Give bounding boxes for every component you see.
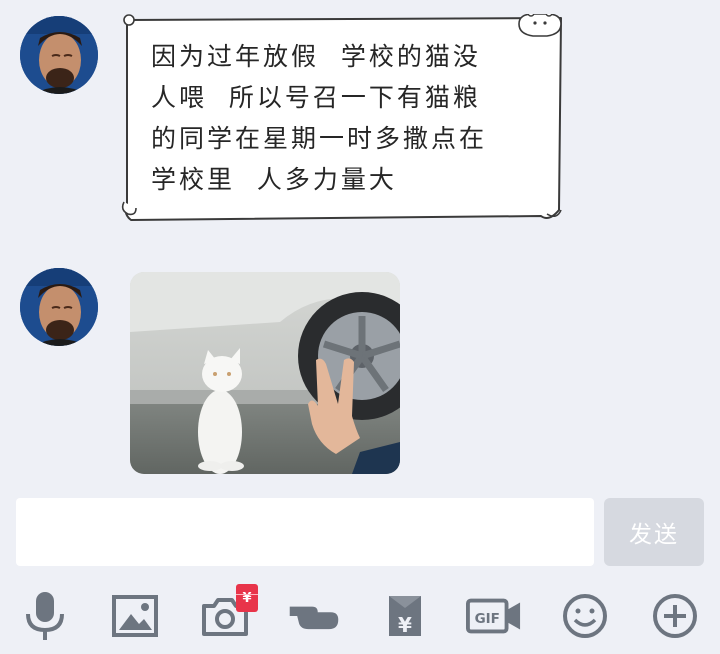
gif-label: GIF — [475, 611, 500, 627]
composer: 发送 — [0, 488, 720, 578]
red-packet-icon[interactable]: ¥ — [377, 590, 433, 642]
message-image[interactable] — [130, 272, 400, 474]
sender-avatar[interactable] — [20, 268, 98, 346]
sender-avatar[interactable] — [20, 16, 98, 94]
send-button[interactable]: 发送 — [604, 498, 704, 566]
microphone-icon[interactable] — [17, 590, 73, 642]
message-input[interactable] — [16, 498, 594, 566]
emoji-icon[interactable] — [557, 590, 613, 642]
message-text: 因为过年放假 学校的猫没 人喂 所以号召一下有猫粮 的同学在星期一时多撒点在 学… — [151, 42, 488, 194]
bottom-toolbar: ¥ GIF — [0, 578, 720, 654]
camera-red-packet-badge: ¥ — [236, 584, 258, 612]
message-bubble[interactable]: 因为过年放假 学校的猫没 人喂 所以号召一下有猫粮 的同学在星期一时多撒点在 学… — [121, 14, 565, 222]
svg-text:¥: ¥ — [398, 613, 412, 637]
image-icon[interactable] — [107, 590, 163, 642]
gif-icon[interactable]: GIF — [466, 590, 522, 642]
plus-icon[interactable] — [647, 590, 703, 642]
poke-hand-icon[interactable] — [286, 590, 342, 642]
